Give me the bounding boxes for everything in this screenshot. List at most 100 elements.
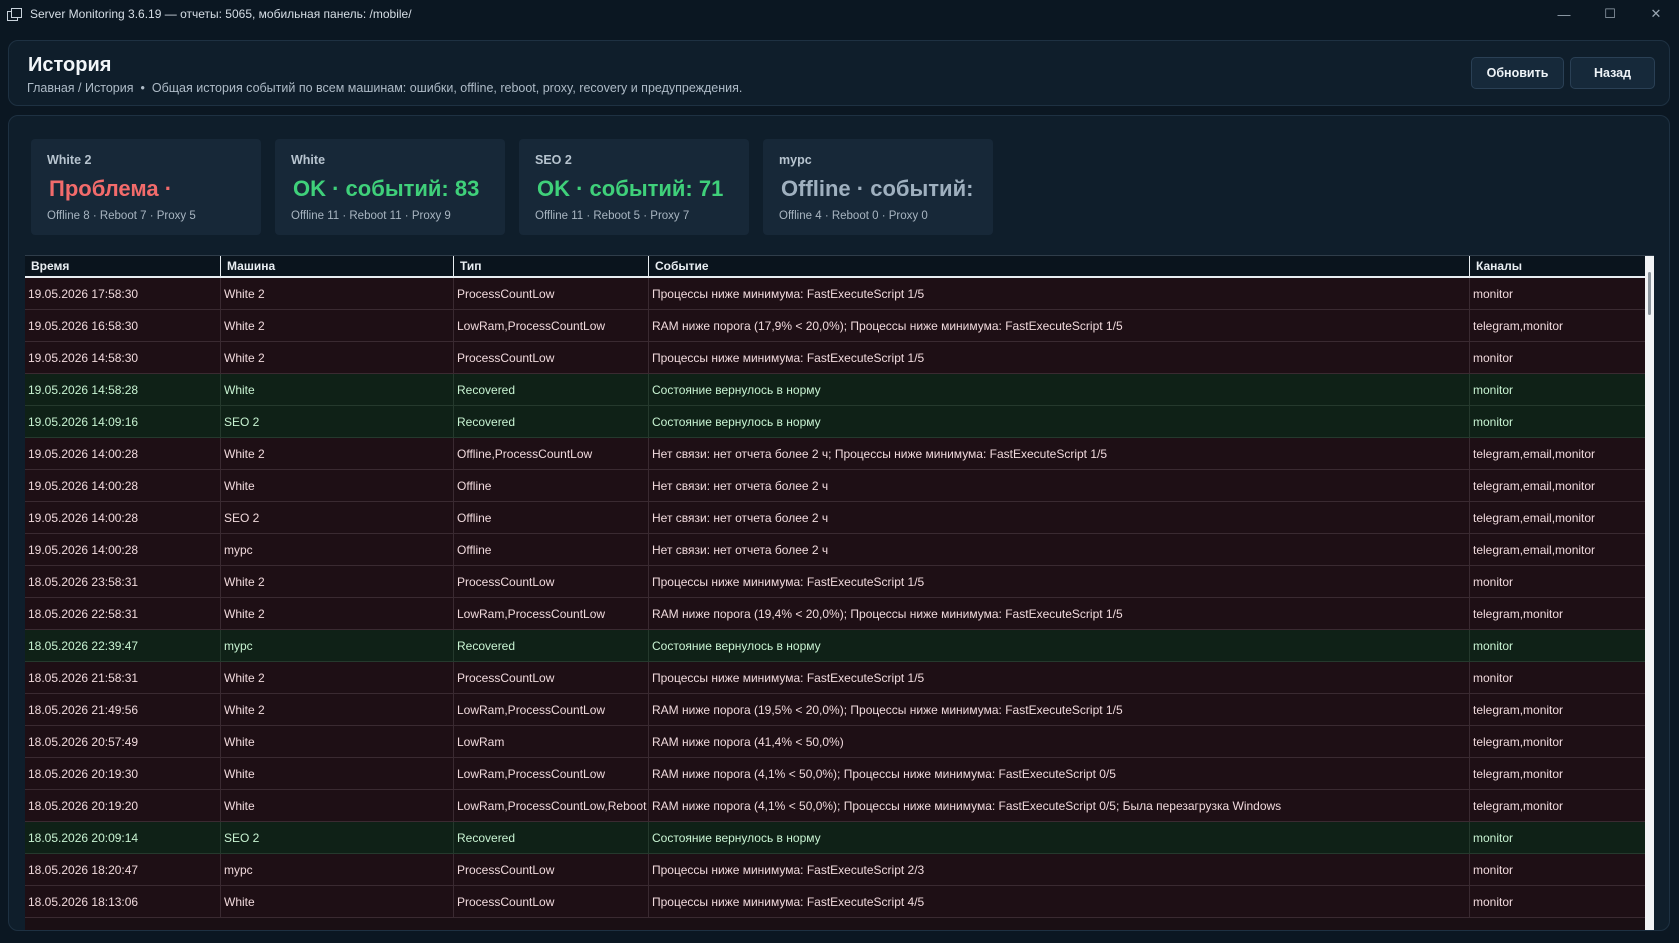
cell-machine: White 2 (221, 438, 454, 469)
cell-type: Offline,ProcessCountLow (454, 438, 649, 469)
back-button[interactable]: Назад (1570, 57, 1655, 89)
table-row[interactable]: 19.05.2026 14:00:28 White Offline Нет связи… (25, 470, 1645, 502)
cell-machine: mypc (221, 534, 454, 565)
refresh-button[interactable]: Обновить (1471, 57, 1564, 89)
cell-time: 18.05.2026 20:19:20 (25, 790, 221, 821)
table-row[interactable]: 18.05.2026 20:09:14 SEO 2 Recovered Состоян… (25, 822, 1645, 854)
cell-event: Нет связи: нет отчета более 2 ч; Процесс… (649, 438, 1470, 469)
card-machine-name: mypc (779, 153, 812, 167)
table-row[interactable]: 19.05.2026 14:00:28 mypc Offline Нет связи:… (25, 534, 1645, 566)
table-row[interactable]: 19.05.2026 17:58:30 White 2 ProcessCountLo… (25, 278, 1645, 310)
cell-machine: mypc (221, 630, 454, 661)
app-icon (7, 8, 22, 21)
cell-event: Нет связи: нет отчета более 2 ч (649, 502, 1470, 533)
cell-machine: White 2 (221, 598, 454, 629)
machine-card-white[interactable]: White OK · событий: 83 Offline 11 · Rebo… (275, 139, 505, 235)
column-header-type[interactable]: Тип (454, 256, 649, 276)
cell-machine: White 2 (221, 310, 454, 341)
cell-channels: monitor (1473, 862, 1514, 877)
cell-type: LowRam,ProcessCountLow (454, 310, 649, 341)
cell-channels: monitor (1473, 382, 1514, 397)
cell-time: 19.05.2026 14:00:28 (25, 470, 221, 501)
cell-type: ProcessCountLow (454, 662, 649, 693)
cell-machine: White (221, 726, 454, 757)
cell-type: ProcessCountLow (454, 886, 649, 917)
cell-type: Recovered (454, 822, 649, 853)
cell-time: 18.05.2026 21:49:56 (25, 694, 221, 725)
cell-channels: telegram,email,monitor (1473, 510, 1596, 525)
table-row[interactable]: 18.05.2026 18:20:47 mypc ProcessCountLow Пр… (25, 854, 1645, 886)
cell-time: 19.05.2026 14:00:28 (25, 502, 221, 533)
table-row[interactable]: 19.05.2026 14:09:16 SEO 2 Recovered Состоян… (25, 406, 1645, 438)
close-icon[interactable]: ✕ (1633, 0, 1679, 28)
scrollbar-thumb[interactable] (1648, 272, 1651, 315)
cell-time: 19.05.2026 14:09:16 (25, 406, 221, 437)
cell-channels: monitor (1473, 894, 1514, 909)
cell-event: Процессы ниже минимума: FastExecuteScrip… (649, 854, 1470, 885)
cell-channels: monitor (1473, 670, 1514, 685)
table-row[interactable]: 18.05.2026 20:57:49 White LowRam RAM ниже п… (25, 726, 1645, 758)
minimize-icon[interactable]: — (1541, 0, 1587, 28)
column-header-machine[interactable]: Машина (221, 256, 454, 276)
cell-time: 18.05.2026 18:20:47 (25, 854, 221, 885)
page-title: История (28, 54, 112, 76)
cell-channels: monitor (1473, 638, 1514, 653)
cell-time: 19.05.2026 14:58:30 (25, 342, 221, 373)
table-row[interactable]: 18.05.2026 21:49:56 White 2 LowRam,Process… (25, 694, 1645, 726)
machine-card-mypc[interactable]: mypc Offline · событий: Offline 4 · Rebo… (763, 139, 993, 235)
cell-channels: telegram,monitor (1473, 798, 1564, 813)
card-machine-name: SEO 2 (535, 153, 572, 167)
cell-event: RAM ниже порога (17,9% < 20,0%); Процесс… (649, 310, 1470, 341)
page-description: Общая история событий по всем машинам: о… (151, 81, 743, 95)
cell-event: Состояние вернулось в норму (649, 406, 1470, 437)
table-row[interactable]: 18.05.2026 20:19:30 White LowRam,ProcessCo… (25, 758, 1645, 790)
maximize-icon[interactable]: ☐ (1587, 0, 1633, 28)
table-header: Время Машина Тип Событие Каналы (25, 256, 1645, 278)
card-status: Offline · событий: (781, 176, 974, 201)
cell-time: 18.05.2026 20:57:49 (25, 726, 221, 757)
cell-event: Процессы ниже минимума: FastExecuteScrip… (649, 566, 1470, 597)
table-row[interactable]: 19.05.2026 14:00:28 White 2 Offline,Proces… (25, 438, 1645, 470)
column-header-event[interactable]: Событие (649, 256, 1470, 276)
cell-type: Offline (454, 502, 649, 533)
machine-card-white-2[interactable]: White 2 Проблема · Offline 8 · Reboot 7 … (31, 139, 261, 235)
table-row[interactable]: 19.05.2026 14:58:30 White 2 ProcessCountLo… (25, 342, 1645, 374)
cell-machine: White 2 (221, 662, 454, 693)
main-panel: White 2 Проблема · Offline 8 · Reboot 7 … (8, 115, 1670, 931)
column-header-time[interactable]: Время (25, 256, 221, 276)
table-scrollbar[interactable] (1645, 256, 1654, 930)
cell-event: RAM ниже порога (4,1% < 50,0%); Процессы… (649, 758, 1470, 789)
cell-time: 18.05.2026 20:19:30 (25, 758, 221, 789)
machine-card-seo-2[interactable]: SEO 2 OK · событий: 71 Offline 11 · Rebo… (519, 139, 749, 235)
cell-event: Процессы ниже минимума: FastExecuteScrip… (649, 342, 1470, 373)
breadcrumb-separator: • (140, 81, 145, 95)
cell-type: LowRam,ProcessCountLow (454, 758, 649, 789)
cell-type: Recovered (454, 374, 649, 405)
cell-channels: telegram,monitor (1473, 702, 1564, 717)
cell-machine: White (221, 758, 454, 789)
cell-time: 19.05.2026 17:58:30 (25, 278, 221, 309)
cell-type: Recovered (454, 630, 649, 661)
cell-event: Процессы ниже минимума: FastExecuteScrip… (649, 662, 1470, 693)
table-body: 19.05.2026 17:58:30 White 2 ProcessCountLo… (25, 278, 1645, 918)
table-row[interactable]: 18.05.2026 23:58:31 White 2 ProcessCountLo… (25, 566, 1645, 598)
table-row[interactable]: 19.05.2026 14:00:28 SEO 2 Offline Нет связи… (25, 502, 1645, 534)
window-controls: — ☐ ✕ (1541, 0, 1679, 28)
cell-type: Offline (454, 470, 649, 501)
card-stats: Offline 4 · Reboot 0 · Proxy 0 (779, 210, 928, 222)
column-header-channels[interactable]: Каналы (1470, 256, 1645, 276)
table-row[interactable]: 19.05.2026 14:58:28 White Recovered Состоян… (25, 374, 1645, 406)
card-stats: Offline 11 · Reboot 5 · Proxy 7 (535, 210, 690, 222)
table-row[interactable]: 18.05.2026 22:39:47 mypc Recovered Состояни… (25, 630, 1645, 662)
cell-time: 18.05.2026 20:09:14 (25, 822, 221, 853)
cell-channels: telegram,email,monitor (1473, 542, 1596, 557)
cell-event: Состояние вернулось в норму (649, 374, 1470, 405)
cell-event: RAM ниже порога (4,1% < 50,0%); Процессы… (649, 790, 1470, 821)
table-row[interactable]: 18.05.2026 22:58:31 White 2 LowRam,Process… (25, 598, 1645, 630)
table-row[interactable]: 18.05.2026 20:19:20 White LowRam,ProcessCo… (25, 790, 1645, 822)
table-row[interactable]: 19.05.2026 16:58:30 White 2 LowRam,Process… (25, 310, 1645, 342)
cell-event: Состояние вернулось в норму (649, 630, 1470, 661)
table-row[interactable]: 18.05.2026 18:13:06 White ProcessCountLow П… (25, 886, 1645, 918)
cell-machine: White (221, 470, 454, 501)
table-row[interactable]: 18.05.2026 21:58:31 White 2 ProcessCountLo… (25, 662, 1645, 694)
